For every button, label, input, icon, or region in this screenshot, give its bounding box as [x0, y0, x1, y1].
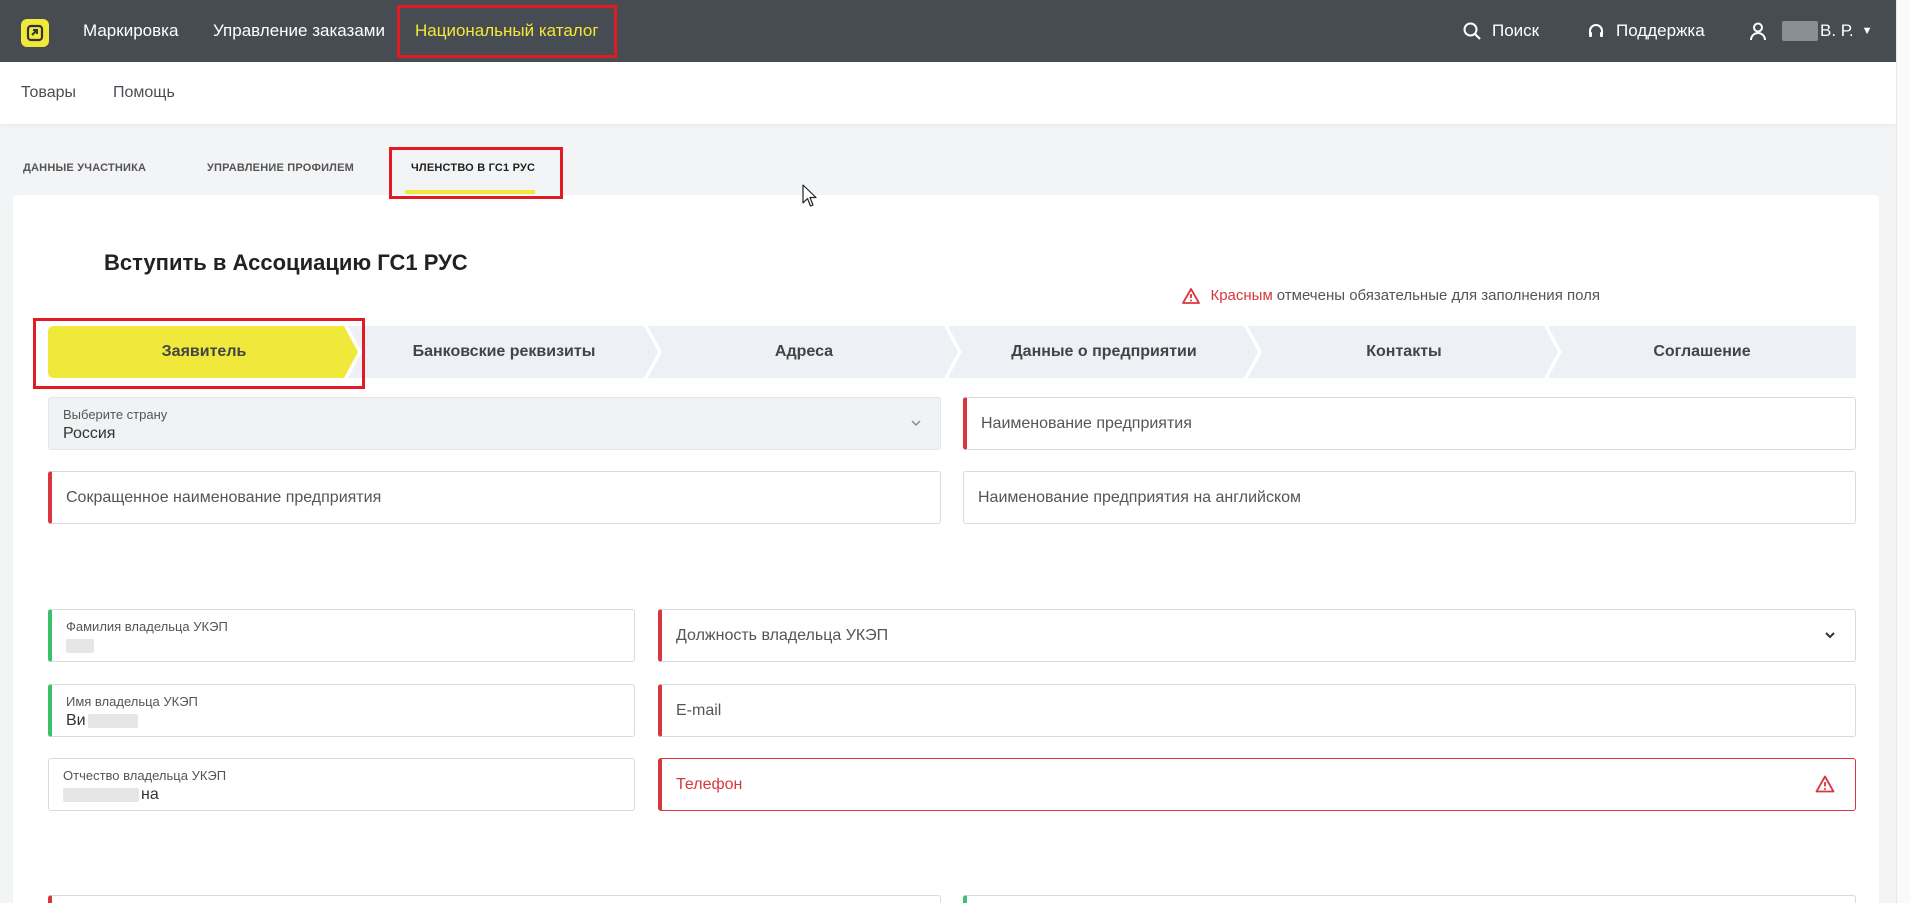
company-name-input[interactable]: Наименование предприятия — [963, 397, 1856, 450]
top-navbar: Маркировка Управление заказами Националь… — [0, 0, 1896, 62]
step-applicant-label: Заявитель — [161, 343, 247, 360]
chevron-down-icon — [1825, 632, 1835, 639]
chevron-down-icon — [911, 420, 921, 427]
email-input[interactable]: E-mail — [658, 684, 1856, 737]
nav-marking[interactable]: Маркировка — [83, 0, 178, 62]
error-warning-icon — [1815, 775, 1835, 793]
owner-patronymic-visible-text: на — [141, 786, 159, 803]
short-name-input[interactable]: Сокращенное наименование предприятия — [48, 471, 941, 524]
secondary-navbar: Товары Помощь — [0, 62, 1896, 124]
user-label: В. Р. — [1820, 21, 1854, 40]
short-name-placeholder: Сокращенное наименование предприятия — [66, 489, 382, 506]
owner-position-select[interactable]: Должность владельца УКЭП — [658, 609, 1856, 662]
owner-firstname-value: Ви — [66, 712, 138, 730]
mouse-cursor-icon — [802, 184, 817, 207]
english-name-placeholder: Наименование предприятия на английском — [978, 489, 1302, 506]
required-fields-note: Красным отмечены обязательные для заполн… — [1182, 287, 1600, 304]
next-row-right-input[interactable] — [963, 895, 1856, 903]
required-note-text: отмечены обязательные для заполнения пол… — [1276, 287, 1600, 304]
step-company-data-label: Данные о предприятии — [1011, 343, 1197, 360]
caret-down-icon: ▼ — [1861, 25, 1873, 37]
page-scrollbar[interactable] — [1896, 0, 1910, 903]
annotation-highlight-nav — [397, 5, 617, 58]
user-icon — [1750, 22, 1766, 41]
step-bank-details[interactable]: Банковские реквизиты — [348, 326, 660, 378]
owner-patronymic-input[interactable]: Отчество владельца УКЭП на — [48, 758, 635, 811]
english-name-input[interactable]: Наименование предприятия на английском — [963, 471, 1856, 524]
step-contacts[interactable]: Контакты — [1248, 326, 1560, 378]
owner-patronymic-value: на — [63, 786, 159, 804]
step-company-data[interactable]: Данные о предприятии — [948, 326, 1260, 378]
annotation-highlight-tab — [389, 147, 563, 199]
step-addresses[interactable]: Адреса — [648, 326, 960, 378]
country-select[interactable]: Выберите страну Россия — [48, 397, 941, 450]
step-bank-details-label: Банковские реквизиты — [412, 343, 596, 360]
owner-patronymic-label: Отчество владельца УКЭП — [63, 768, 227, 783]
owner-lastname-value-redacted — [66, 637, 94, 655]
email-placeholder: E-mail — [676, 702, 722, 719]
user-menu[interactable]: В. Р. ▼ — [1748, 0, 1873, 62]
country-select-value: Россия — [63, 425, 116, 442]
company-name-placeholder: Наименование предприятия — [981, 415, 1192, 432]
headset-icon — [1589, 24, 1603, 37]
phone-input[interactable]: Телефон — [658, 758, 1856, 811]
next-row-left-input[interactable] — [48, 895, 941, 903]
support-label: Поддержка — [1616, 21, 1705, 40]
page-title: Вступить в Ассоциацию ГС1 РУС — [104, 250, 468, 275]
search-label: Поиск — [1492, 21, 1540, 40]
owner-firstname-label: Имя владельца УКЭП — [66, 694, 198, 709]
tab-profile-management[interactable]: УПРАВЛЕНИЕ ПРОФИЛЕМ — [207, 162, 354, 174]
support-link[interactable]: Поддержка — [1586, 0, 1705, 62]
search-icon — [1463, 22, 1481, 40]
country-select-label: Выберите страну — [63, 407, 168, 422]
owner-firstname-input[interactable]: Имя владельца УКЭП Ви — [48, 684, 635, 737]
owner-lastname-input[interactable]: Фамилия владельца УКЭП — [48, 609, 635, 662]
tab-participant-data[interactable]: ДАННЫЕ УЧАСТНИКА — [23, 162, 146, 174]
app-logo-icon[interactable] — [21, 19, 49, 47]
step-agreement-label: Соглашение — [1653, 343, 1751, 360]
owner-lastname-label: Фамилия владельца УКЭП — [66, 619, 228, 634]
required-note-red-word: Красным — [1210, 287, 1273, 304]
nav-order-management[interactable]: Управление заказами — [213, 0, 385, 62]
step-agreement[interactable]: Соглашение — [1548, 326, 1856, 378]
subnav-products[interactable]: Товары — [21, 62, 76, 124]
owner-firstname-visible-text: Ви — [66, 712, 86, 729]
warning-icon — [1182, 287, 1201, 304]
search-link[interactable]: Поиск — [1462, 0, 1539, 62]
step-addresses-label: Адреса — [774, 343, 834, 360]
step-contacts-label: Контакты — [1366, 343, 1442, 360]
phone-placeholder: Телефон — [676, 776, 743, 793]
subnav-help[interactable]: Помощь — [113, 62, 175, 124]
user-name-redacted — [1782, 21, 1818, 41]
owner-position-placeholder: Должность владельца УКЭП — [676, 627, 889, 644]
